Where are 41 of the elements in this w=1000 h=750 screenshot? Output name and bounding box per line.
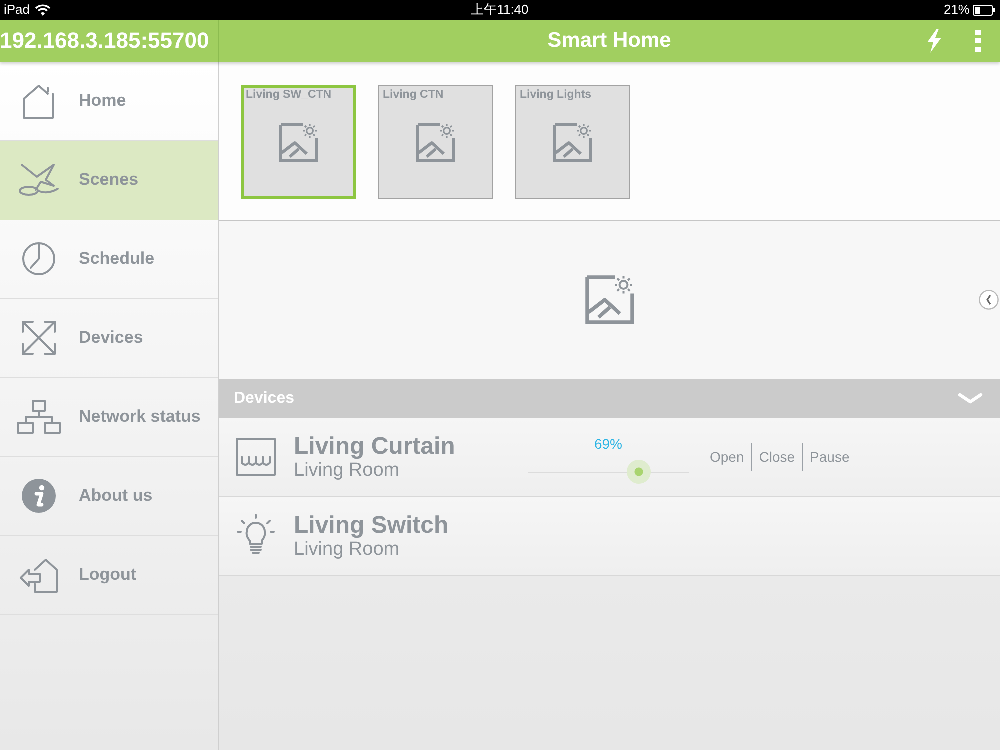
slider-thumb[interactable] [627, 460, 652, 484]
expand-arrows-icon [21, 320, 57, 356]
bolt-icon[interactable] [926, 29, 943, 53]
scene-tile[interactable]: Living SW_CTN [241, 85, 356, 199]
battery-icon [973, 4, 996, 16]
action-button[interactable]: Close [751, 443, 802, 471]
sidebar-item[interactable]: Devices [0, 299, 218, 378]
wifi-icon [35, 4, 52, 16]
curtain-icon [236, 437, 276, 477]
status-time: 上午11:40 [471, 2, 529, 18]
action-button[interactable]: Open [703, 443, 752, 471]
device-name: Living Curtain [294, 433, 456, 460]
chevron-down-icon[interactable] [958, 393, 983, 404]
action-button[interactable]: Pause [802, 443, 857, 471]
info-icon [22, 479, 56, 513]
sidebar-item[interactable]: About us [0, 457, 218, 536]
image-icon [278, 123, 318, 163]
sidebar-item[interactable]: Scenes [0, 141, 218, 220]
battery-percent: 21% [944, 2, 970, 18]
scene-tile[interactable]: Living Lights [515, 85, 630, 199]
device-name: Living Switch [294, 512, 450, 539]
chevron-left-icon[interactable] [979, 290, 999, 310]
app-title: Smart Home [548, 29, 672, 53]
device-room: Living Room [294, 460, 401, 481]
sidebar-item[interactable]: Schedule [0, 220, 218, 299]
star-swoosh-icon [18, 163, 60, 197]
hierarchy-icon [17, 400, 61, 434]
more-vertical-icon[interactable] [975, 30, 981, 52]
sidebar-item[interactable]: Network status [0, 378, 218, 457]
carrier-label: iPad [4, 2, 30, 18]
sidebar-item[interactable]: Logout [0, 536, 218, 615]
scene-tile[interactable]: Living CTN [378, 85, 493, 199]
image-icon [584, 275, 634, 325]
image-icon [416, 123, 456, 163]
home-icon [22, 84, 56, 118]
server-address: 192.168.3.185:55700 [0, 28, 210, 54]
image-icon [552, 123, 592, 163]
slider-value: 69% [594, 436, 623, 452]
clock-icon [22, 242, 56, 276]
logout-icon [19, 558, 59, 592]
device-room: Living Room [294, 539, 401, 560]
